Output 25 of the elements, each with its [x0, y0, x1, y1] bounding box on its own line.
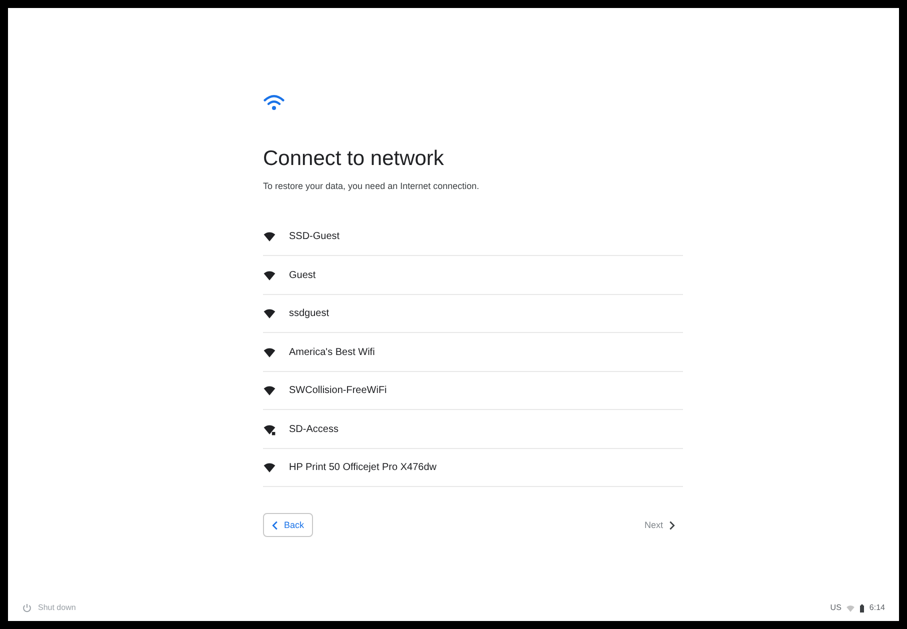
chevron-left-icon [272, 520, 278, 530]
chevron-right-icon [669, 520, 675, 530]
keyboard-layout[interactable]: US [830, 602, 842, 614]
network-item[interactable]: SWCollision-FreeWiFi [263, 372, 683, 410]
signal-icon [846, 604, 856, 612]
network-item[interactable]: ssdguest [263, 294, 683, 334]
signal-icon [263, 461, 276, 474]
signal-icon [263, 346, 276, 358]
network-item[interactable]: America's Best Wifi [263, 333, 683, 372]
signal-icon [263, 230, 276, 243]
signal-icon [263, 384, 276, 397]
network-item[interactable]: SD-Access [263, 410, 683, 449]
battery-icon [860, 604, 864, 612]
power-icon [22, 603, 32, 613]
secured-signal-icon [263, 422, 276, 436]
next-button[interactable]: Next [636, 513, 683, 538]
network-item[interactable]: Guest [263, 256, 683, 295]
signal-icon [263, 268, 276, 282]
network-item[interactable]: SSD-Guest [263, 218, 683, 256]
page-title: Connect to network [263, 146, 445, 172]
clock[interactable]: 6:14 [869, 602, 885, 614]
page-subtitle: To restore your data, you need an Internet connection. [263, 180, 480, 194]
signal-icon [263, 307, 276, 320]
network-item[interactable]: HP Print 50 Officejet Pro X476dw [263, 448, 683, 488]
back-button[interactable]: Back [263, 513, 314, 538]
